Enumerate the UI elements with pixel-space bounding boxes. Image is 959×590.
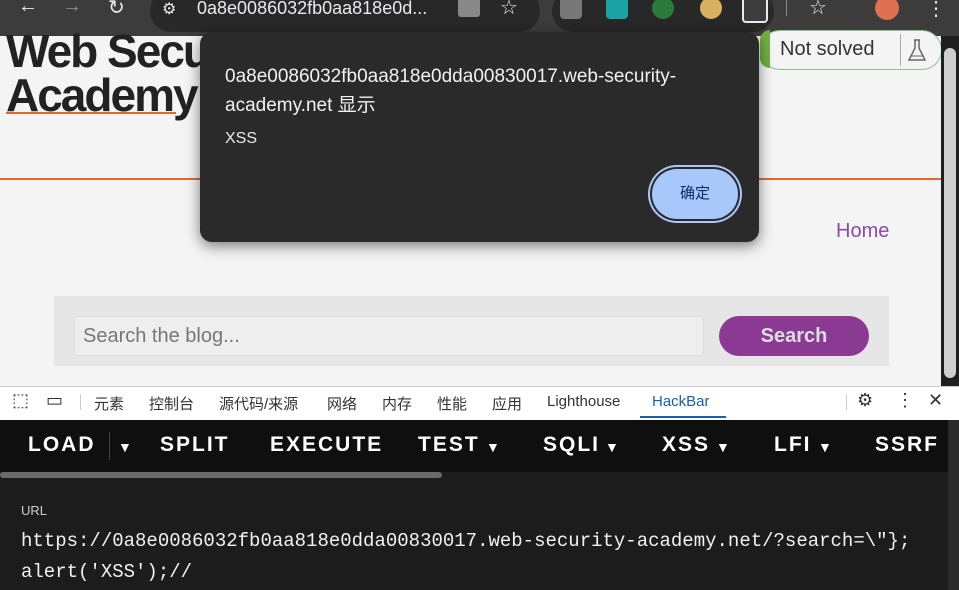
lfi-menu-button[interactable]: LFI xyxy=(774,433,812,457)
sqli-menu-button[interactable]: SQLI xyxy=(543,433,600,457)
reload-icon[interactable]: ↻ xyxy=(108,0,125,20)
bookmarks-star-icon[interactable]: ☆ xyxy=(809,0,827,20)
forward-icon[interactable]: → xyxy=(62,0,82,18)
test-menu-button[interactable]: TEST xyxy=(418,433,480,457)
page-scrollbar-thumb[interactable] xyxy=(944,48,956,378)
alert-dialog-title: 0a8e0086032fb0aa818e0dda00830017.web-sec… xyxy=(225,66,677,116)
devtools-divider-right xyxy=(846,394,847,410)
tab-lighthouse[interactable]: Lighthouse xyxy=(547,393,620,410)
device-toolbar-icon[interactable]: ▭ xyxy=(46,390,63,411)
load-button[interactable]: LOAD xyxy=(28,433,96,457)
xss-menu-button[interactable]: XSS xyxy=(662,433,710,457)
close-devtools-icon[interactable]: ✕ xyxy=(928,390,943,411)
url-field-label: URL xyxy=(21,503,48,518)
ssrf-menu-button[interactable]: SSRF xyxy=(875,433,939,457)
bookmark-star-icon[interactable]: ☆ xyxy=(500,0,518,20)
search-input[interactable]: Search the blog... xyxy=(74,316,704,356)
tab-memory[interactable]: 内存 xyxy=(382,393,412,414)
devtools-menu-icon[interactable]: ⋮ xyxy=(896,390,914,411)
gzip-extension-icon[interactable] xyxy=(560,0,582,19)
sqli-caret-icon[interactable]: ▼ xyxy=(605,439,621,455)
logo-underline xyxy=(6,112,176,114)
alert-dialog-message: XSS xyxy=(225,130,258,147)
home-link[interactable]: Home xyxy=(836,220,889,243)
extensions-puzzle-icon[interactable] xyxy=(742,0,768,23)
flask-icon xyxy=(900,34,933,66)
tab-elements[interactable]: 元素 xyxy=(94,393,124,414)
translate-icon[interactable] xyxy=(458,0,480,17)
search-button[interactable]: Search xyxy=(719,316,869,356)
alert-ok-button[interactable]: 确定 xyxy=(652,169,738,219)
hackbar-toolbar-scrollbar[interactable] xyxy=(0,472,442,478)
execute-button[interactable]: EXECUTE xyxy=(270,433,383,457)
tab-console[interactable]: 控制台 xyxy=(149,393,194,414)
test-caret-icon[interactable]: ▼ xyxy=(486,439,502,455)
settings-gear-icon[interactable]: ⚙ xyxy=(857,390,873,411)
devtools-divider xyxy=(80,394,81,410)
lab-status-indicator xyxy=(760,30,770,68)
load-dropdown-caret-icon[interactable]: ▼ xyxy=(118,439,134,455)
tab-network[interactable]: 网络 xyxy=(327,393,357,414)
hackbar-scrollbar[interactable] xyxy=(948,420,959,590)
toolbar-divider xyxy=(786,0,787,16)
xss-caret-icon[interactable]: ▼ xyxy=(716,439,732,455)
tab-application[interactable]: 应用 xyxy=(492,393,522,414)
inspect-element-icon[interactable]: ⬚ xyxy=(12,390,29,411)
devtools-tabbar xyxy=(0,386,959,421)
tab-performance[interactable]: 性能 xyxy=(437,393,467,414)
load-divider xyxy=(109,432,110,460)
back-icon[interactable]: ← xyxy=(18,0,38,18)
lfi-caret-icon[interactable]: ▼ xyxy=(818,439,834,455)
menu-kebab-icon[interactable]: ⋮ xyxy=(926,0,946,21)
site-info-icon[interactable]: ⚙ xyxy=(162,0,176,19)
tab-hackbar[interactable]: HackBar xyxy=(652,393,710,410)
url-input[interactable]: https://0a8e0086032fb0aa818e0dda00830017… xyxy=(21,526,921,588)
active-tab-indicator xyxy=(640,416,726,418)
tab-sources[interactable]: 源代码/来源 xyxy=(219,393,298,414)
m-extension-icon[interactable] xyxy=(606,0,628,19)
address-url[interactable]: 0a8e0086032fb0aa818e0d... xyxy=(197,0,427,19)
lab-status-label: Not solved xyxy=(780,38,875,60)
split-button[interactable]: SPLIT xyxy=(160,433,230,457)
